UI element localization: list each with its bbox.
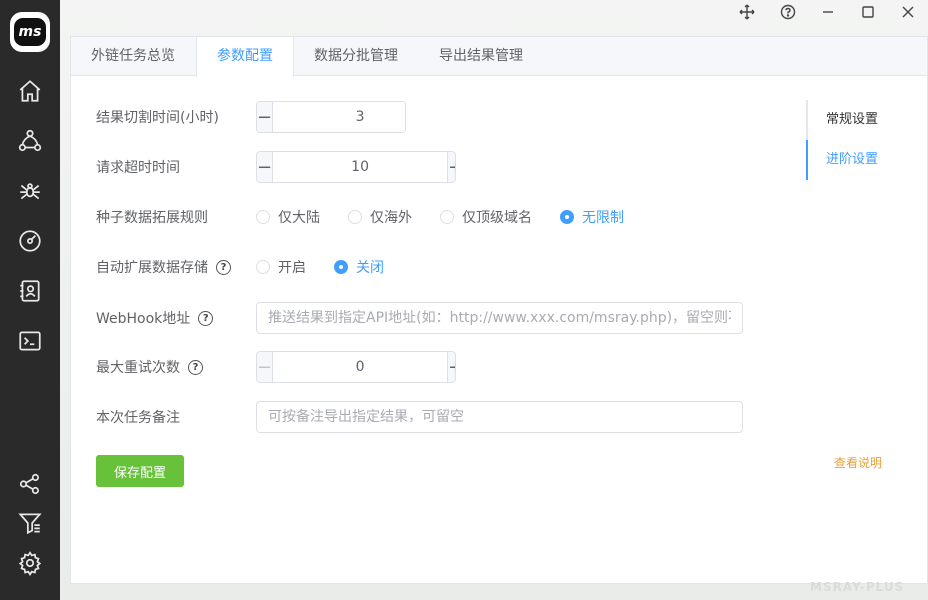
auto-store-row: 自动扩展数据存储 ? 开启 关闭 <box>96 257 412 277</box>
radio-top-domain-only[interactable]: 仅顶级域名 <box>440 207 532 227</box>
auto-store-label-wrap: 自动扩展数据存储 ? <box>96 257 256 277</box>
radio-label: 开启 <box>278 260 306 276</box>
maximize-icon[interactable] <box>856 2 880 22</box>
sidebar: ms <box>0 0 60 600</box>
tab-export-manage[interactable]: 导出结果管理 <box>419 37 544 76</box>
timeout-increase-button[interactable]: + <box>447 152 455 182</box>
move-icon[interactable] <box>735 2 759 22</box>
network-icon[interactable] <box>16 127 44 155</box>
question-icon[interactable]: ? <box>216 259 231 275</box>
radio-label: 仅海外 <box>370 210 412 226</box>
webhook-row: WebHook地址 ? <box>96 302 743 334</box>
home-icon[interactable] <box>16 77 44 105</box>
gauge-icon[interactable] <box>16 227 44 255</box>
section-anchor-nav: 常规设置 进阶设置 <box>806 100 896 180</box>
logo-text: ms <box>14 18 46 46</box>
close-icon[interactable] <box>896 2 920 22</box>
radio-dot <box>256 260 270 274</box>
cut-time-decrease-button[interactable]: − <box>257 102 274 132</box>
anchor-general-settings[interactable]: 常规设置 <box>808 100 896 140</box>
share-icon[interactable] <box>16 470 44 498</box>
question-icon[interactable]: ? <box>188 359 203 375</box>
radio-label: 无限制 <box>582 210 624 226</box>
retry-stepper: − + <box>256 351 456 383</box>
webhook-label: WebHook地址 <box>96 311 191 327</box>
contacts-icon[interactable] <box>16 277 44 305</box>
seed-rule-radio-group: 仅大陆 仅海外 仅顶级域名 无限制 <box>256 207 652 227</box>
radio-off[interactable]: 关闭 <box>334 257 384 277</box>
radio-dot <box>348 210 362 224</box>
retry-decrease-button[interactable]: − <box>257 352 274 382</box>
tab-bar: 外链任务总览 参数配置 数据分批管理 导出结果管理 <box>71 37 927 77</box>
radio-mainland-only[interactable]: 仅大陆 <box>256 207 320 227</box>
cut-time-stepper: − + <box>256 101 406 133</box>
anchor-advanced-settings[interactable]: 进阶设置 <box>806 140 896 180</box>
retry-row: 最大重试次数 ? − + <box>96 351 456 383</box>
watermark: MSRAY-PLUS <box>810 580 905 594</box>
timeout-label: 请求超时时间 <box>96 160 180 176</box>
radio-dot <box>334 260 348 274</box>
save-config-button[interactable]: 保存配置 <box>96 455 184 487</box>
timeout-stepper: − + <box>256 151 456 183</box>
radio-label: 关闭 <box>356 260 384 276</box>
radio-on[interactable]: 开启 <box>256 257 306 277</box>
app-logo[interactable]: ms <box>10 12 50 52</box>
timeout-input[interactable] <box>273 152 448 182</box>
radio-overseas-only[interactable]: 仅海外 <box>348 207 412 227</box>
filter-icon[interactable] <box>16 509 44 537</box>
auto-store-label: 自动扩展数据存储 <box>96 260 208 276</box>
seed-rule-row: 种子数据拓展规则 仅大陆 仅海外 仅顶级域名 无限制 <box>96 207 652 227</box>
note-row: 本次任务备注 <box>96 401 743 433</box>
retry-input[interactable] <box>273 352 448 382</box>
timeout-decrease-button[interactable]: − <box>257 152 274 182</box>
radio-label: 仅顶级域名 <box>462 210 532 226</box>
settings-panel: 外链任务总览 参数配置 数据分批管理 导出结果管理 结果切割时间(小时) − +… <box>70 36 928 584</box>
auto-store-radio-group: 开启 关闭 <box>256 257 412 277</box>
radio-dot <box>440 210 454 224</box>
cut-time-input[interactable] <box>273 102 405 132</box>
tab-batch-manage[interactable]: 数据分批管理 <box>294 37 419 76</box>
seed-rule-label: 种子数据拓展规则 <box>96 210 208 226</box>
radio-unlimited[interactable]: 无限制 <box>560 207 624 227</box>
retry-label: 最大重试次数 <box>96 360 180 376</box>
timeout-row: 请求超时时间 − + <box>96 151 456 183</box>
radio-label: 仅大陆 <box>278 210 320 226</box>
radio-dot <box>560 210 574 224</box>
tab-param-config[interactable]: 参数配置 <box>196 37 294 77</box>
question-icon[interactable]: ? <box>198 310 214 326</box>
webhook-input[interactable] <box>256 302 743 334</box>
help-icon[interactable] <box>776 2 800 22</box>
tab-task-overview[interactable]: 外链任务总览 <box>71 37 196 76</box>
cut-time-label: 结果切割时间(小时) <box>96 110 219 126</box>
terminal-icon[interactable] <box>16 327 44 355</box>
note-input[interactable] <box>256 401 743 433</box>
note-label: 本次任务备注 <box>96 410 180 426</box>
gear-icon[interactable] <box>16 549 44 577</box>
retry-increase-button[interactable]: + <box>447 352 455 382</box>
spider-icon[interactable] <box>16 177 44 205</box>
radio-dot <box>256 210 270 224</box>
cut-time-row: 结果切割时间(小时) − + <box>96 101 406 133</box>
minimize-icon[interactable] <box>816 2 840 22</box>
view-help-link[interactable]: 查看说明 <box>834 454 882 471</box>
webhook-label-wrap: WebHook地址 ? <box>96 308 256 328</box>
retry-label-wrap: 最大重试次数 ? <box>96 357 256 377</box>
